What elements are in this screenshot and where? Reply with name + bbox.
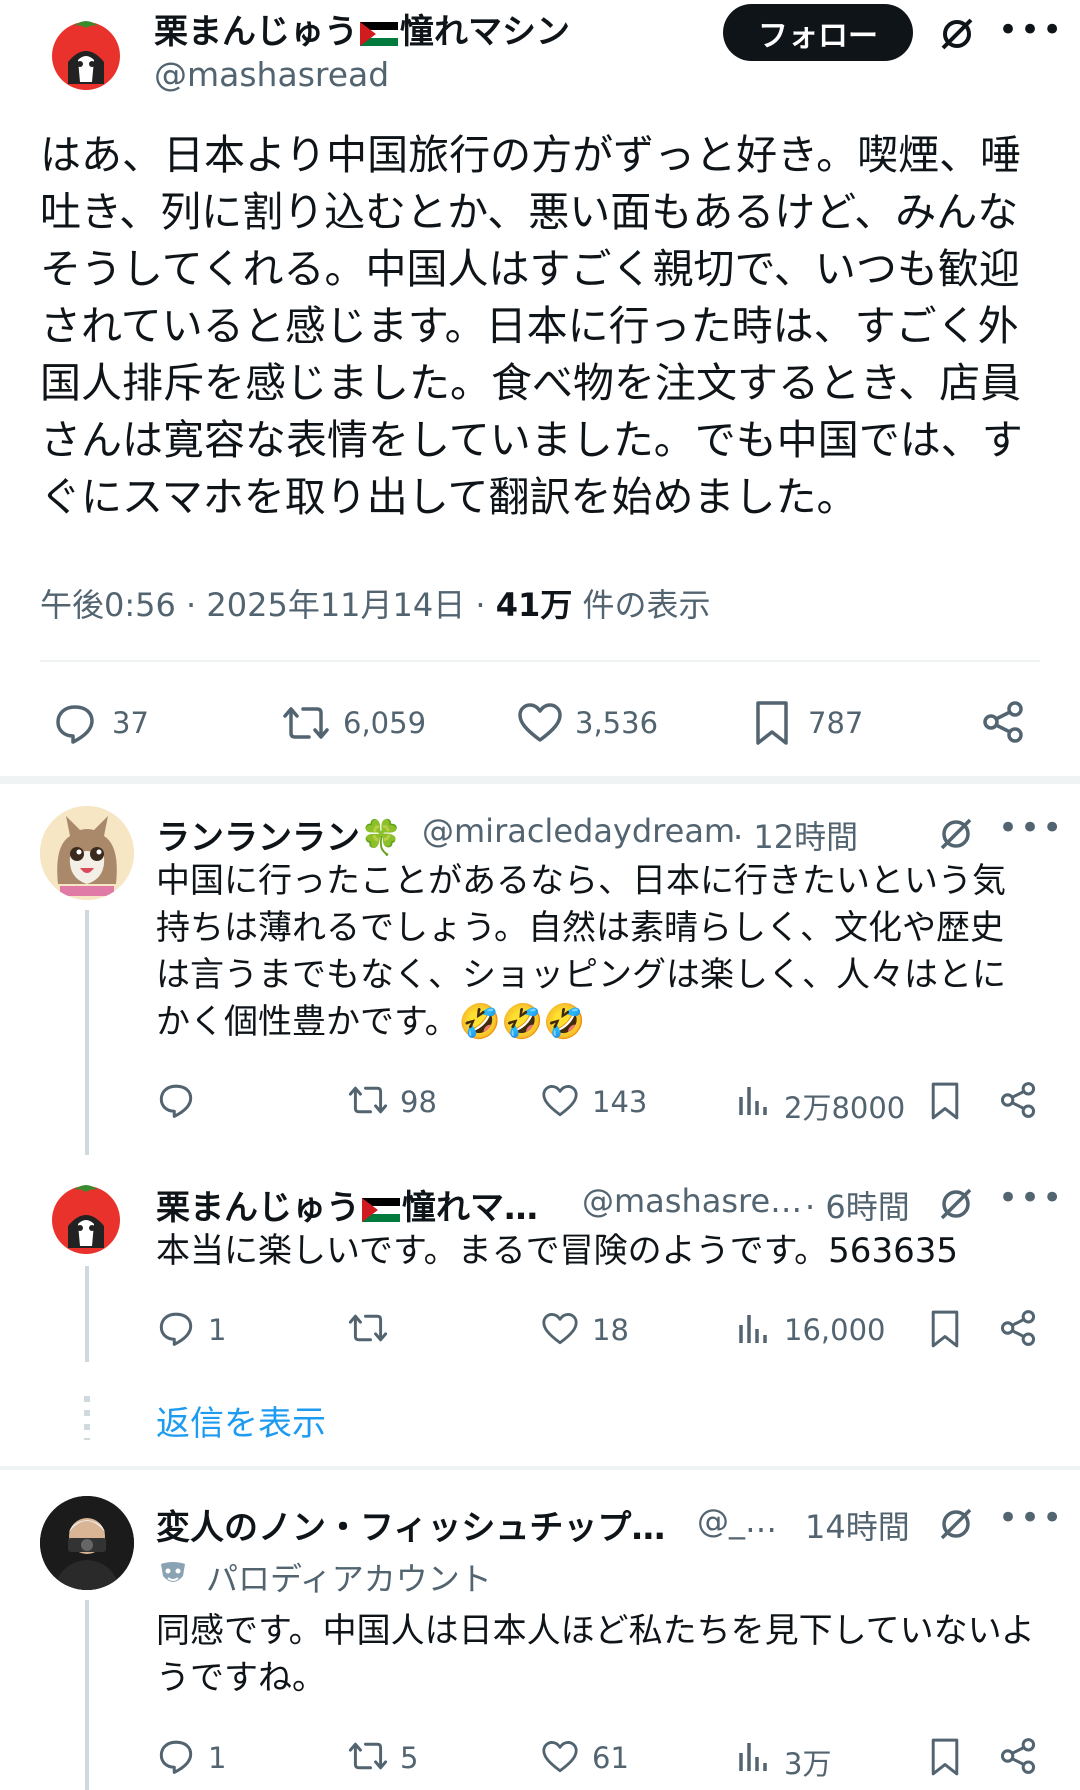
like-count: 143 [592,1085,648,1119]
repost-icon[interactable] [346,1080,390,1120]
post-timestamp[interactable]: 午後0:56 · 2025年11月14日 · 41万 件の表示 [40,580,711,626]
reply-avatar[interactable] [46,1176,126,1256]
views-count: 16,000 [784,1313,886,1347]
palestine-flag-icon [360,22,398,46]
repost-icon[interactable] [346,1736,390,1776]
reply-icon[interactable] [156,1736,196,1776]
post-time: 午後0:56 · 2025年11月14日 · [40,586,496,624]
grok-icon[interactable] [937,14,977,54]
like-count: 3,536 [575,706,659,740]
views-label: 件の表示 [572,586,711,624]
parody-mask-icon [156,1558,190,1590]
heart-icon[interactable] [540,1082,580,1120]
post-text: はあ、日本より中国旅行の方がずっと好き。喫煙、唾吐き、列に割り込むとか、悪い面も… [40,131,1023,521]
palestine-flag-icon [362,1198,400,1222]
reply-time[interactable]: 14時間 [805,1502,910,1548]
grok-icon[interactable] [936,1184,976,1224]
bookmark-icon[interactable] [750,698,794,748]
reply-text: 本当に楽しいです。まるで冒険のようです。563635 [156,1231,958,1271]
more-options-icon[interactable]: ••• [998,10,1064,50]
share-icon[interactable] [998,1736,1038,1776]
heart-icon[interactable] [540,1310,580,1348]
heart-icon[interactable] [516,700,564,746]
author-name-part1: 栗まんじゅう [154,12,358,52]
reply-handle[interactable]: @_… [697,1502,777,1540]
author-name[interactable]: 栗まんじゅう 憧れマシン [154,4,570,53]
thread-line [85,910,89,1155]
more-options-icon[interactable]: ••• [998,808,1064,848]
parody-label: パロディアカウント [206,1560,492,1598]
thread-line [85,1266,89,1362]
bookmark-count: 787 [808,706,864,740]
reply-text: 中国に行ったことがあるなら、日本に行きたいという気持ちは薄れるでしょう。自然は素… [156,858,1036,1046]
more-options-icon[interactable]: ••• [998,1178,1064,1218]
reply-author-name[interactable]: ランランラン🍀 [156,810,402,859]
reply-avatar[interactable] [40,1496,134,1590]
share-icon[interactable] [998,1308,1038,1348]
show-replies-link[interactable]: 返信を表示 [156,1396,326,1445]
reply-icon[interactable] [156,1080,196,1120]
reply-author-name[interactable]: 変人のノン・フィッシュチップ… [156,1500,665,1549]
repost-count: 6,059 [343,706,427,740]
author-handle[interactable]: @mashasread [154,55,389,94]
views-count: 3万 [784,1747,832,1781]
heart-icon[interactable] [540,1738,580,1776]
clover-icon: 🍀 [360,818,403,858]
bookmark-icon[interactable] [928,1736,962,1778]
grok-icon[interactable] [936,814,976,854]
section-separator [0,1466,1080,1470]
laughing-emoji-icon: 🤣🤣🤣 [458,1002,586,1042]
reply-name-part2: 憧れマ… [402,1188,538,1228]
reply-handle[interactable]: @miracledaydream [422,812,735,850]
thread-line [85,1600,89,1790]
repost-count: 5 [400,1741,419,1775]
repost-icon[interactable] [280,700,332,746]
reply-count: 1 [208,1741,227,1775]
share-icon[interactable] [998,1080,1038,1120]
reply-name-part1: 栗まんじゅう [156,1188,360,1228]
more-options-icon[interactable]: ••• [998,1498,1064,1538]
author-avatar[interactable] [46,12,126,92]
reply-icon[interactable] [156,1308,196,1348]
reply-handle[interactable]: @mashasre… [582,1182,802,1220]
repost-count: 98 [400,1085,437,1119]
reply-count: 1 [208,1313,227,1347]
bookmark-icon[interactable] [928,1080,962,1122]
reply-text: 同感です。中国人は日本人ほど私たちを見下していないようですね。 [156,1611,1035,1698]
reply-icon[interactable] [52,700,98,746]
views-count: 41万 [495,586,573,624]
reply-time[interactable]: · 12時間 [733,812,858,858]
reply-avatar[interactable] [40,806,134,900]
follow-button[interactable]: フォロー [723,4,913,61]
like-count: 18 [592,1313,629,1347]
reply-name-text: ランランラン [156,818,360,858]
views-icon[interactable] [736,1082,770,1118]
bookmark-icon[interactable] [928,1308,962,1350]
author-name-part2: 憧れマシン [400,12,570,52]
reply-count: 37 [112,706,149,740]
grok-icon[interactable] [936,1504,976,1544]
views-count: 2万8000 [784,1091,906,1125]
views-icon[interactable] [736,1310,770,1346]
share-icon[interactable] [980,698,1026,746]
section-separator [0,776,1080,784]
divider [40,660,1040,662]
repost-icon[interactable] [346,1308,390,1348]
thread-dots [84,1396,90,1440]
reply-time[interactable]: · 6時間 [805,1182,910,1228]
reply-author-name[interactable]: 栗まんじゅう 憧れマ… [156,1180,538,1229]
like-count: 61 [592,1741,629,1775]
views-icon[interactable] [736,1738,770,1774]
